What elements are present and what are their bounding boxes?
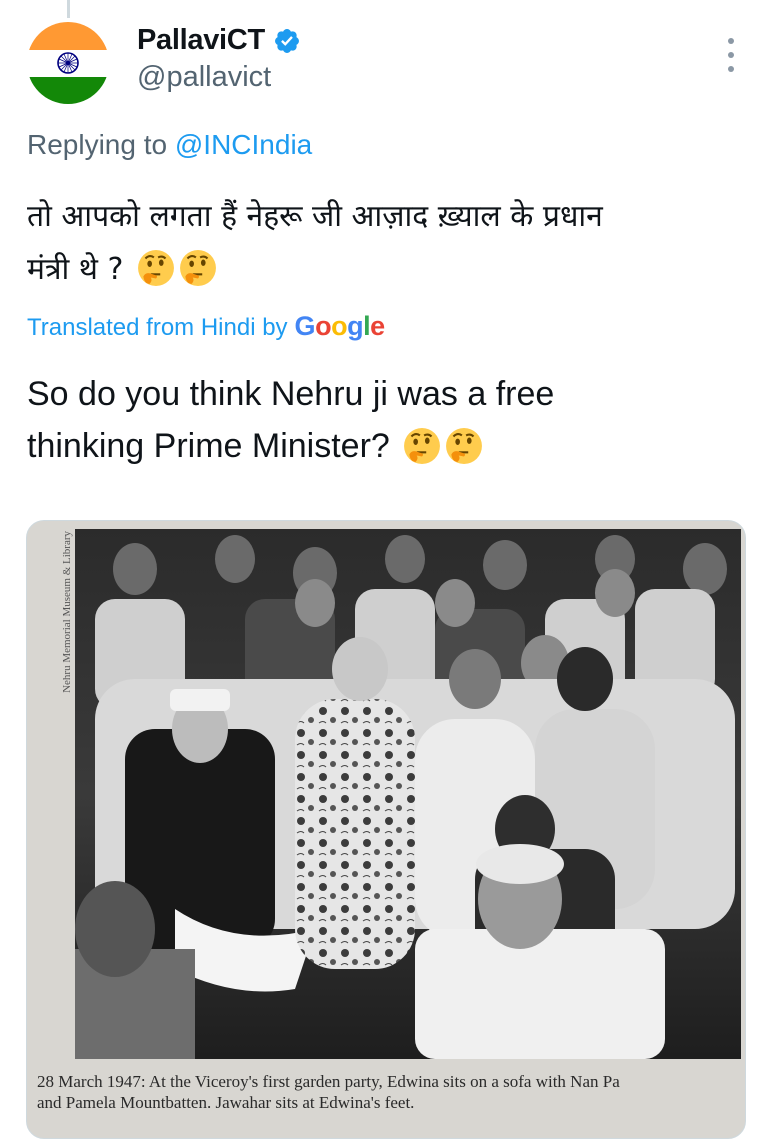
more-options-icon[interactable] (726, 38, 736, 72)
translated-text-line-2: thinking Prime Minister? (27, 427, 390, 465)
photo-side-credit: Nehru Memorial Museum & Library (53, 531, 73, 835)
author-block[interactable]: PallaviCT @pallavict (137, 24, 301, 94)
author-handle[interactable]: @pallavict (137, 61, 301, 94)
thinking-face-icon (138, 250, 174, 286)
thinking-face-icon (446, 428, 483, 464)
thinking-face-icon (180, 250, 216, 286)
tweet-original-text: तो आपको लगता हैं नेहरू जी आज़ाद ख़्याल क… (27, 190, 747, 296)
translation-attribution[interactable]: Translated from Hindi by Google (27, 311, 385, 342)
replying-to-mention-link[interactable]: @INCIndia (175, 129, 312, 160)
avatar[interactable] (27, 22, 109, 104)
thinking-face-icon (404, 428, 441, 464)
historical-photograph (75, 529, 741, 1059)
thread-connector-line (67, 0, 70, 18)
translated-text-line-1: So do you think Nehru ji was a free (27, 375, 555, 413)
replying-to: Replying to @INCIndia (27, 129, 312, 161)
author-display-name[interactable]: PallaviCT (137, 24, 265, 57)
translated-label: Translated from Hindi by (27, 314, 288, 341)
indian-flag-icon (27, 22, 109, 104)
tweet-media-image[interactable]: Nehru Memorial Museum & Library 28 March… (26, 520, 746, 1139)
photo-caption: 28 March 1947: At the Viceroy's first ga… (37, 1071, 737, 1113)
verified-badge-icon (274, 28, 299, 53)
google-logo: Google (294, 311, 386, 341)
original-text-line-2: मंत्री थे ? (27, 252, 124, 287)
original-text-line-1: तो आपको लगता हैं नेहरू जी आज़ाद ख़्याल क… (27, 199, 603, 234)
replying-prefix: Replying to (27, 129, 168, 160)
photo-caption-line-2: and Pamela Mountbatten. Jawahar sits at … (37, 1093, 415, 1112)
photo-caption-line-1: 28 March 1947: At the Viceroy's first ga… (37, 1072, 620, 1091)
translated-text-line-2-wrap: thinking Prime Minister? (27, 420, 747, 472)
tweet-translated-text: So do you think Nehru ji was a free thin… (27, 368, 747, 472)
photo-side-credit-text: Nehru Memorial Museum & Library (61, 531, 73, 693)
original-text-line-2-wrap: मंत्री थे ? (27, 243, 747, 296)
